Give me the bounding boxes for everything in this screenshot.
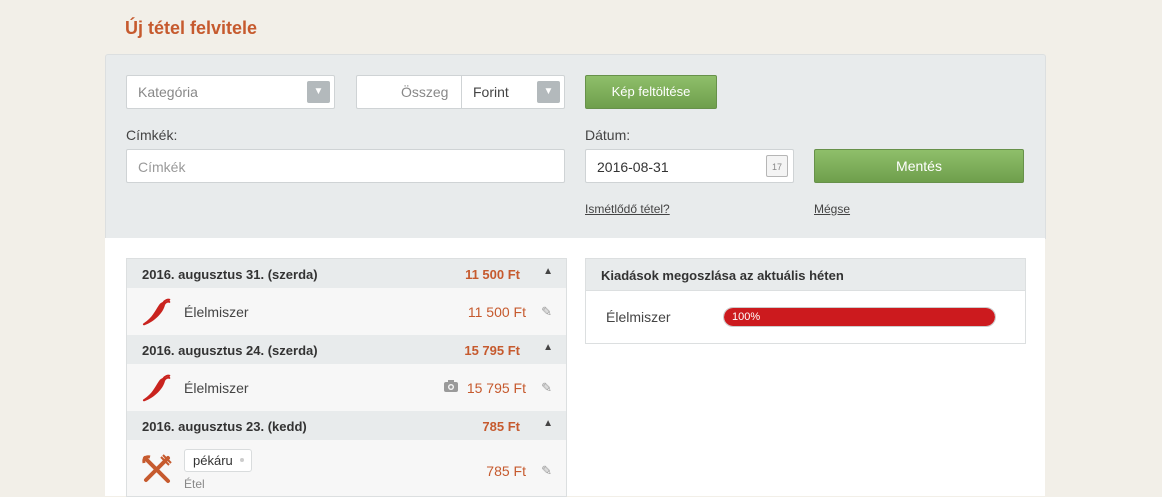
category-select[interactable]: Kategória ▼ <box>126 75 335 109</box>
stats-title: Kiadások megoszlása az aktuális héten <box>601 268 844 283</box>
list-item[interactable]: Élelmiszer 15 795 Ft ✎ <box>127 364 566 411</box>
stats-category: Élelmiszer <box>606 309 671 325</box>
day-date: 2016. augusztus 31. (szerda) <box>142 267 318 282</box>
camera-icon[interactable] <box>444 379 458 395</box>
stats-header: Kiadások megoszlása az aktuális héten <box>586 259 1025 291</box>
date-label: Dátum: <box>585 127 631 143</box>
chevron-down-icon: ▼ <box>307 81 330 103</box>
collapse-caret-icon[interactable]: ▲ <box>543 266 553 277</box>
day-header[interactable]: 2016. augusztus 24. (szerda) 15 795 Ft ▲ <box>127 335 566 364</box>
day-total: 11 500 Ft <box>465 267 520 282</box>
pencil-icon[interactable]: ✎ <box>541 380 552 396</box>
collapse-caret-icon[interactable]: ▲ <box>543 418 553 429</box>
tags-placeholder: Címkék <box>138 159 186 175</box>
category-select-label: Kategória <box>138 84 198 100</box>
weekly-stats-panel: Kiadások megoszlása az aktuális héten Él… <box>585 258 1026 344</box>
recurring-item-link[interactable]: Ismétlődő tétel? <box>585 202 670 216</box>
pencil-icon[interactable]: ✎ <box>541 304 552 320</box>
cancel-link[interactable]: Mégse <box>814 202 850 216</box>
chevron-down-icon[interactable]: ▼ <box>537 81 560 103</box>
currency-select[interactable]: Forint <box>473 84 509 100</box>
item-category: Élelmiszer <box>184 380 249 396</box>
tags-label: Címkék: <box>126 127 178 143</box>
fork-knife-icon <box>141 454 173 489</box>
item-category: Élelmiszer <box>184 304 249 320</box>
day-total: 785 Ft <box>482 419 520 434</box>
amount-field-group: Összeg Forint ▼ <box>356 75 565 109</box>
day-date: 2016. augusztus 23. (kedd) <box>142 419 307 434</box>
amount-input[interactable]: Összeg <box>401 84 448 100</box>
day-header[interactable]: 2016. augusztus 23. (kedd) 785 Ft ▲ <box>127 411 566 440</box>
pencil-icon[interactable]: ✎ <box>541 463 552 479</box>
collapse-caret-icon[interactable]: ▲ <box>543 342 553 353</box>
calendar-icon[interactable]: 17 <box>766 155 788 177</box>
day-header[interactable]: 2016. augusztus 31. (szerda) 11 500 Ft ▲ <box>127 259 566 288</box>
progress-bar: 100% <box>723 307 996 327</box>
progress-bar-fill <box>724 308 995 326</box>
day-total: 15 795 Ft <box>464 343 520 358</box>
stats-row: Élelmiszer 100% <box>586 291 1025 343</box>
list-item[interactable]: Élelmiszer 11 500 Ft ✎ <box>127 288 566 335</box>
progress-bar-label: 100% <box>732 311 761 323</box>
divider <box>461 76 462 108</box>
item-amount: 15 795 Ft <box>466 380 526 396</box>
page-title: Új tétel felvitele <box>125 18 258 38</box>
day-date: 2016. augusztus 24. (szerda) <box>142 343 318 358</box>
tag-label: pékáru <box>193 453 233 468</box>
item-category: Étel <box>184 477 205 491</box>
date-value: 2016-08-31 <box>597 159 669 175</box>
tags-input[interactable]: Címkék <box>126 149 565 183</box>
tag-chip[interactable]: pékáru <box>184 449 252 472</box>
list-item[interactable]: pékáru Étel 785 Ft ✎ <box>127 440 566 496</box>
chili-pepper-icon <box>141 297 173 330</box>
upload-image-button[interactable]: Kép feltöltése <box>585 75 717 109</box>
transaction-list: 2016. augusztus 31. (szerda) 11 500 Ft ▲… <box>126 258 567 497</box>
save-button[interactable]: Mentés <box>814 149 1024 183</box>
chili-pepper-icon <box>141 373 173 406</box>
item-amount: 11 500 Ft <box>467 304 526 320</box>
item-amount: 785 Ft <box>486 463 526 479</box>
tag-dot <box>239 458 244 462</box>
date-input[interactable]: 2016-08-31 17 <box>585 149 794 183</box>
